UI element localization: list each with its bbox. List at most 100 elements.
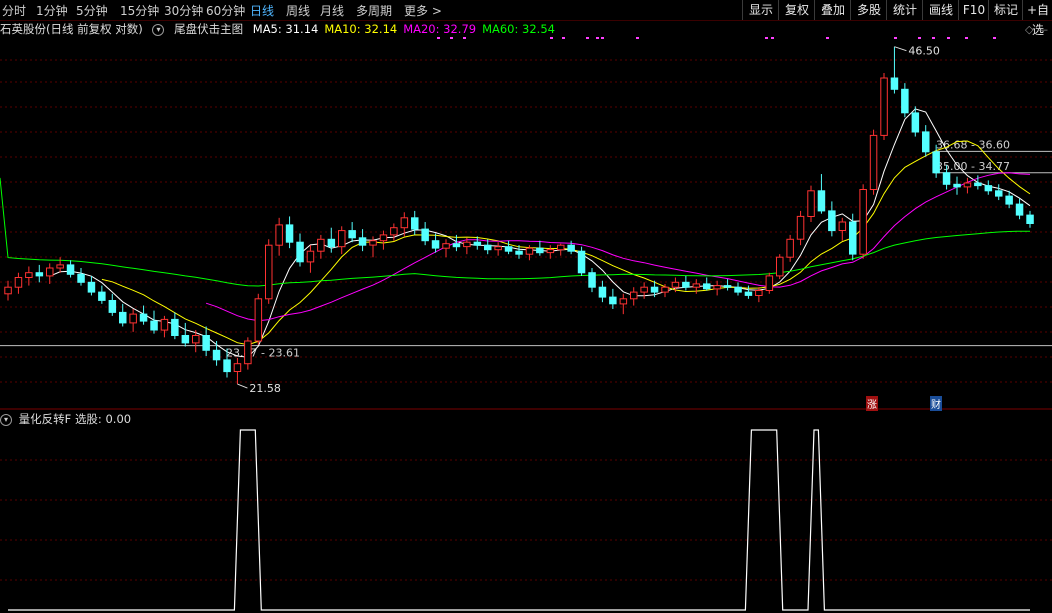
candle-body-39: [411, 217, 419, 230]
candle-body-43: [452, 243, 461, 248]
signal-dot-5: [586, 37, 589, 39]
candle-body-47: [494, 246, 502, 251]
toolbar-button-1[interactable]: 复权: [778, 0, 815, 20]
toolbar-button-0[interactable]: 显示: [742, 0, 779, 20]
candle-body-23: [244, 340, 252, 365]
candle-body-78: [817, 190, 826, 212]
toolbar-button-7[interactable]: 标记: [988, 0, 1023, 20]
candle-body-71: [744, 291, 753, 296]
candle-body-11: [119, 311, 127, 324]
top-toolbar: 分时 1分钟 5分钟 15分钟 30分钟 60分钟 日线 周线 月线 多周期 更多 > 显示 复权 叠加多…: [0, 0, 1052, 37]
timeframe-tab-0[interactable]: 分时: [2, 2, 26, 19]
candle-body-79: [828, 210, 836, 232]
limit-up-marker[interactable]: 涨: [866, 396, 878, 411]
timeframe-tab-4[interactable]: 30分钟: [164, 2, 203, 19]
ma10-line: [101, 140, 1031, 346]
candle-body-86: [901, 88, 909, 114]
candle-body-26: [275, 224, 283, 246]
sub-indicator-name[interactable]: 量化反转F: [19, 412, 72, 426]
collapse-icon[interactable]: ▾: [152, 23, 165, 36]
timeframe-tab-5[interactable]: 60分钟: [206, 2, 245, 19]
candle-body-82: [859, 189, 867, 255]
candle-body-18: [192, 335, 200, 344]
diamond-icon[interactable]: ◇: [1025, 23, 1033, 36]
candle-body-57: [598, 286, 607, 298]
candle-body-97: [1015, 203, 1024, 216]
timeframe-tab-6[interactable]: 日线: [250, 2, 274, 19]
candle-body-25: [265, 244, 273, 300]
toolbar-button-5[interactable]: 画线: [922, 0, 959, 20]
signal-dot-0: [437, 37, 440, 39]
toolbar-button-8[interactable]: +自选: [1022, 0, 1052, 37]
signal-dot-11: [826, 37, 829, 39]
candle-body-28: [296, 241, 304, 263]
high-price-label: 46.50: [908, 45, 940, 58]
candle-body-49: [515, 250, 523, 255]
candle-body-8: [87, 281, 96, 293]
candle-body-19: [202, 335, 210, 351]
toolbar-button-2[interactable]: 叠加: [814, 0, 851, 20]
panel-controls[interactable]: ◇ —: [1025, 23, 1048, 36]
candle-body-17: [181, 335, 190, 344]
main-chart-header: 石英股份(日线 前复权 对数) ▾ 尾盘伏击主图 MA5: 31.14 MA10:…: [0, 21, 567, 37]
candle-body-7: [77, 273, 85, 283]
timeframe-tab-3[interactable]: 15分钟: [120, 2, 159, 19]
signal-dot-12: [894, 37, 897, 39]
timeframe-tab-1[interactable]: 1分钟: [36, 2, 68, 19]
signal-dot-4: [562, 37, 565, 39]
candle-body-41: [431, 240, 440, 249]
candle-body-63: [661, 286, 669, 293]
candle-body-58: [609, 296, 617, 305]
signal-dot-13: [918, 37, 921, 39]
candle-body-93: [974, 182, 982, 187]
candle-body-96: [1005, 195, 1013, 205]
candle-body-10: [108, 300, 117, 313]
ma-label-3: MA60: 32.54: [482, 22, 555, 36]
timeframe-tab-10[interactable]: 更多 >: [404, 2, 442, 19]
candle-body-48: [504, 246, 513, 252]
candle-body-69: [723, 285, 732, 288]
candle-body-62: [650, 286, 659, 293]
candle-body-77: [807, 190, 815, 218]
signal-dot-8: [636, 37, 639, 39]
toolbar-button-4[interactable]: 统计: [886, 0, 923, 20]
signal-dot-9: [765, 37, 768, 39]
toolbar-button-3[interactable]: 多股: [850, 0, 887, 20]
candle-body-85: [890, 77, 899, 90]
ma60-line: [0, 177, 1031, 287]
candle-body-55: [577, 250, 586, 274]
indicator-name[interactable]: 尾盘伏击主图: [174, 22, 243, 36]
finance-marker[interactable]: 财: [930, 396, 942, 411]
candle-body-80: [838, 221, 847, 231]
toolbar-button-6[interactable]: F10: [958, 0, 989, 20]
candle-body-64: [671, 281, 680, 288]
candle-body-61: [640, 286, 648, 293]
candle-body-53: [557, 244, 565, 251]
candle-body-81: [849, 221, 857, 255]
timeframe-tab-2[interactable]: 5分钟: [76, 2, 108, 19]
candle-body-16: [171, 318, 179, 336]
candle-body-15: [160, 318, 169, 331]
timeframe-tab-8[interactable]: 月线: [320, 2, 344, 19]
candle-body-92: [963, 182, 972, 188]
candle-body-68: [713, 285, 721, 290]
candle-body-27: [285, 224, 294, 243]
price-chart[interactable]: 23.47 - 23.61 35.00 - 34.77 36.68 - 36.60 4…: [0, 0, 1052, 613]
minimize-icon[interactable]: —: [1037, 23, 1048, 36]
ma-legend: MA5: 31.14 MA10: 32.14 MA20: 32.79 MA60: 32…: [253, 22, 561, 36]
candle-body-50: [525, 247, 534, 255]
candle-body-36: [379, 234, 388, 242]
ma-label-2: MA20: 32.79: [403, 22, 477, 36]
candle-body-90: [942, 172, 951, 185]
low-price-label: 21.58: [249, 382, 281, 395]
collapse-icon[interactable]: ▾: [0, 413, 12, 426]
signal-dot-3: [550, 37, 553, 39]
timeframe-tab-7[interactable]: 周线: [286, 2, 310, 19]
level-label-2: 36.68 - 36.60: [936, 138, 1010, 151]
timeframe-tab-9[interactable]: 多周期: [356, 2, 392, 19]
candle-body-74: [776, 256, 784, 277]
signal-dot-1: [450, 37, 453, 39]
signal-dot-2: [463, 37, 466, 39]
candle-body-91: [953, 183, 961, 188]
candle-body-0: [4, 286, 12, 295]
